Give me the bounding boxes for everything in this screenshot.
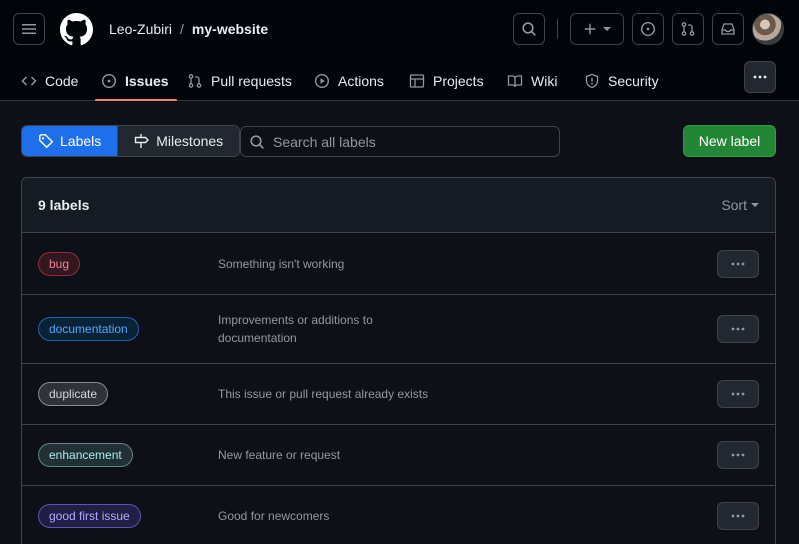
tab-label: Issues	[125, 72, 169, 89]
label-description: New feature or request	[218, 448, 341, 462]
label-actions-button[interactable]	[717, 441, 759, 469]
tab-label: Code	[45, 72, 79, 89]
kebab-horizontal-icon	[731, 262, 745, 265]
label-search-input[interactable]	[273, 133, 533, 150]
label-badge[interactable]: enhancement	[38, 443, 133, 467]
breadcrumb-separator: /	[180, 21, 184, 37]
label-row: enhancement New feature or request	[22, 425, 775, 486]
tag-icon	[39, 134, 54, 149]
label-row: documentation Improvements or additions …	[22, 295, 775, 364]
repo-owner-link[interactable]: Leo-Zubiri	[109, 21, 172, 37]
label-badge[interactable]: duplicate	[38, 382, 109, 406]
pull-requests-shortcut-button[interactable]	[672, 13, 704, 45]
github-logo-icon[interactable]	[60, 13, 93, 46]
label-actions-button[interactable]	[717, 380, 759, 408]
tab-wiki[interactable]: Wiki	[507, 60, 557, 101]
label-description: Something isn't working	[218, 256, 345, 271]
milestones-tab-label: Milestones	[156, 133, 224, 149]
user-avatar[interactable]	[752, 13, 784, 45]
command-search-button[interactable]	[513, 13, 545, 45]
label-badge[interactable]: documentation	[38, 317, 139, 341]
issue-opened-icon	[101, 73, 117, 88]
kebab-horizontal-icon	[753, 75, 767, 79]
inbox-icon	[721, 23, 735, 35]
tab-label: Projects	[433, 72, 484, 89]
labels-milestones-toggle: Labels Milestones	[21, 125, 241, 157]
issue-opened-icon	[640, 21, 656, 37]
tab-label: Wiki	[531, 72, 558, 89]
plus-icon	[584, 23, 596, 35]
label-row: duplicate This issue or pull request alr…	[22, 364, 775, 425]
tab-actions[interactable]: Actions	[314, 60, 384, 101]
sort-label: Sort	[721, 197, 747, 213]
app-header: Leo-Zubiri / my-website Code Issues Pull…	[0, 0, 799, 101]
code-icon	[21, 75, 37, 86]
book-icon	[507, 74, 523, 87]
tab-label: Actions	[338, 72, 384, 89]
label-description: Improvements or additions to documentati…	[218, 313, 373, 345]
label-actions-button[interactable]	[717, 502, 759, 530]
kebab-horizontal-icon	[731, 453, 745, 457]
labels-list-header: 9 labels Sort	[22, 178, 775, 233]
play-icon	[314, 73, 330, 88]
label-actions-button[interactable]	[717, 315, 759, 343]
kebab-horizontal-icon	[731, 392, 745, 396]
hamburger-icon	[22, 24, 36, 34]
milestone-icon	[135, 134, 150, 148]
tab-issues[interactable]: Issues	[95, 60, 177, 101]
label-badge[interactable]: bug	[38, 251, 81, 276]
tab-projects[interactable]: Projects	[409, 60, 484, 101]
search-icon	[250, 134, 264, 149]
kebab-horizontal-icon	[731, 327, 745, 331]
more-tabs-button[interactable]	[744, 61, 776, 93]
label-description: This issue or pull request already exist…	[218, 387, 429, 401]
triangle-down-icon	[751, 203, 759, 207]
git-pull-request-icon	[681, 22, 695, 36]
label-search-field[interactable]	[240, 126, 560, 157]
milestones-tab-button[interactable]: Milestones	[117, 126, 240, 156]
tab-label: Security	[608, 72, 659, 89]
menu-button[interactable]	[13, 13, 45, 45]
tab-code[interactable]: Code	[21, 60, 78, 101]
repo-name-link[interactable]: my-website	[192, 21, 268, 37]
shield-icon	[585, 73, 599, 88]
header-divider	[557, 19, 558, 39]
repo-nav-tabs: Code Issues Pull requests Actions Projec…	[0, 60, 799, 101]
tab-pull-requests[interactable]: Pull requests	[187, 60, 292, 101]
sort-dropdown[interactable]: Sort	[721, 197, 759, 213]
inbox-button[interactable]	[712, 13, 744, 45]
new-label-button[interactable]: New label	[683, 125, 776, 157]
label-description: Good for newcomers	[218, 509, 330, 523]
create-new-button[interactable]	[570, 13, 624, 45]
git-pull-request-icon	[188, 73, 202, 88]
labels-count: 9 labels	[38, 197, 90, 213]
tab-security[interactable]: Security	[584, 60, 659, 101]
triangle-down-icon	[603, 27, 611, 31]
issues-shortcut-button[interactable]	[632, 13, 664, 45]
labels-tab-label: Labels	[60, 133, 102, 149]
kebab-horizontal-icon	[731, 514, 745, 518]
table-icon	[409, 73, 425, 88]
label-actions-button[interactable]	[717, 249, 759, 278]
labels-list-box: 9 labels Sort bug Something isn't workin…	[21, 177, 776, 544]
repo-breadcrumb: Leo-Zubiri / my-website	[109, 21, 268, 37]
tab-label: Pull requests	[211, 72, 292, 89]
label-badge[interactable]: good first issue	[38, 504, 141, 528]
label-row: bug Something isn't working	[22, 233, 775, 295]
labels-tab-button[interactable]: Labels	[22, 126, 118, 156]
label-row: good first issue Good for newcomers	[22, 486, 775, 544]
search-icon	[522, 22, 536, 36]
